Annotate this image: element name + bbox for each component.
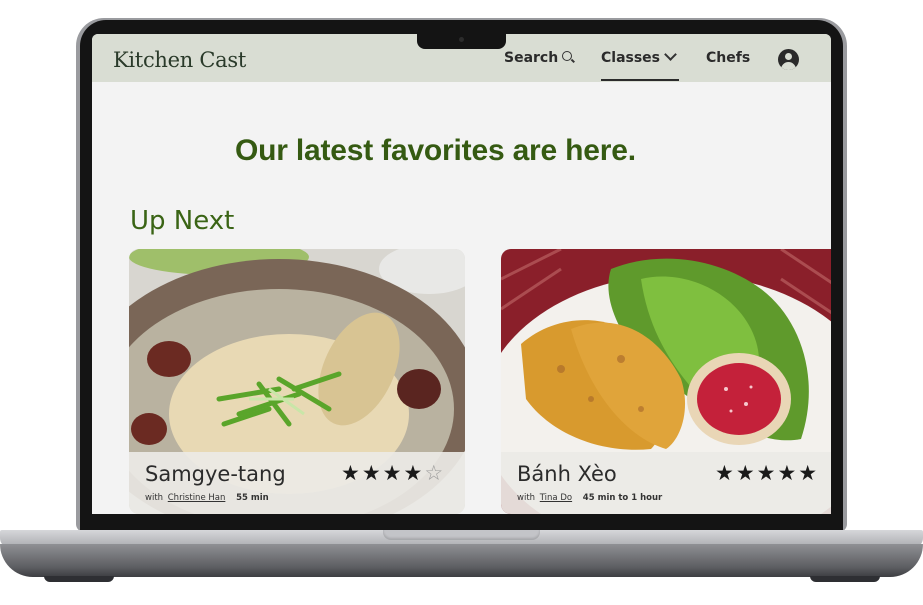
duration: 45 min to 1 hour xyxy=(582,493,663,503)
search-icon xyxy=(562,51,573,61)
rating-stars: ★★★★★ xyxy=(715,461,819,485)
laptop-foot-right xyxy=(810,576,880,582)
nav-search[interactable]: Search xyxy=(504,50,573,66)
camera-icon xyxy=(459,37,464,42)
rating-stars: ★★★★☆ xyxy=(341,461,445,485)
card-meta: with Tina Do 45 min to 1 hour xyxy=(517,493,662,503)
chevron-down-icon xyxy=(664,48,677,61)
laptop-foot-left xyxy=(44,576,114,582)
laptop-base-lip xyxy=(0,544,923,577)
avatar-body xyxy=(781,62,796,70)
account-avatar-icon[interactable] xyxy=(778,49,799,70)
brand-logo[interactable]: Kitchen Cast xyxy=(113,48,246,72)
empty-star-icon: ☆ xyxy=(424,461,446,485)
laptop-bottom-bezel xyxy=(80,514,843,530)
laptop-opening-notch xyxy=(383,530,540,540)
card-info-bar: Samgye-tang ★★★★☆ with Christine Han 55 … xyxy=(129,452,465,514)
with-label: with xyxy=(517,493,536,503)
avatar-head xyxy=(785,53,792,60)
page-headline: Our latest favorites are here. xyxy=(235,134,636,167)
nav-search-label: Search xyxy=(504,50,559,66)
filled-stars-icon: ★★★★ xyxy=(341,461,425,485)
nav-classes[interactable]: Classes xyxy=(601,48,677,66)
class-card-samgye-tang[interactable]: Samgye-tang ★★★★☆ with Christine Han 55 … xyxy=(129,249,465,514)
dish-title: Samgye-tang xyxy=(145,462,286,486)
section-title-up-next: Up Next xyxy=(130,206,235,236)
chef-link[interactable]: Tina Do xyxy=(540,493,572,503)
with-label: with xyxy=(145,493,164,503)
chef-link[interactable]: Christine Han xyxy=(168,493,226,503)
camera-notch xyxy=(417,32,506,49)
nav-classes-label: Classes xyxy=(601,50,661,66)
screen: Kitchen Cast Search Classes Chefs Our la… xyxy=(92,34,831,514)
duration: 55 min xyxy=(236,493,269,503)
card-info-bar: Bánh Xèo ★★★★★ with Tina Do 45 min to 1 … xyxy=(501,452,831,514)
active-nav-underline xyxy=(601,79,679,81)
nav-chefs[interactable]: Chefs xyxy=(706,50,750,66)
dish-title: Bánh Xèo xyxy=(517,462,617,486)
card-meta: with Christine Han 55 min xyxy=(145,493,269,503)
filled-stars-icon: ★★★★★ xyxy=(715,461,820,485)
class-card-banh-xeo[interactable]: Bánh Xèo ★★★★★ with Tina Do 45 min to 1 … xyxy=(501,249,831,514)
